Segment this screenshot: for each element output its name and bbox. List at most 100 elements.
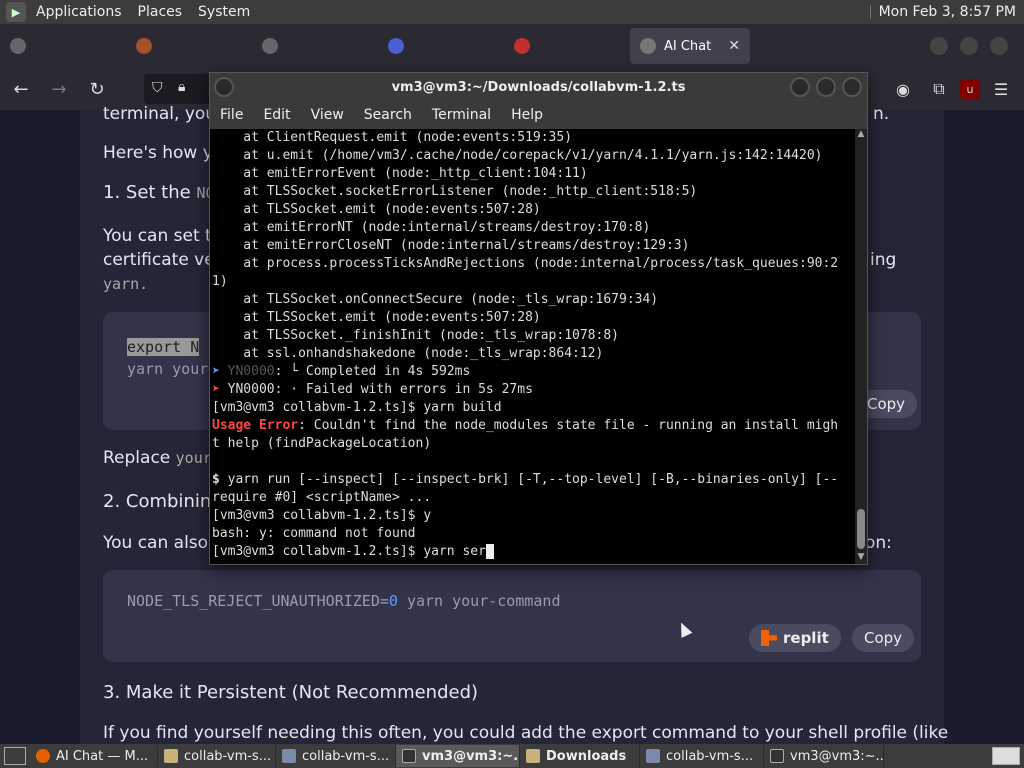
maximize-button[interactable] bbox=[816, 77, 836, 97]
terminal-line: at emitErrorCloseNT (node:internal/strea… bbox=[212, 238, 690, 253]
bottom-taskbar: AI Chat — M... collab-vm-s... collab-vm-… bbox=[0, 744, 1024, 768]
page-text-fragment: terminal, you bbox=[103, 104, 217, 124]
task-downloads[interactable]: Downloads bbox=[520, 745, 640, 767]
terminal-line: at emitErrorEvent (node:_http_client:104… bbox=[212, 166, 588, 181]
page-text-fragment: ing bbox=[870, 250, 897, 270]
code-block-2: NODE_TLS_REJECT_UNAUTHORIZED=0 yarn your… bbox=[103, 570, 921, 662]
places-menu[interactable]: Places bbox=[130, 0, 191, 24]
close-window-button[interactable] bbox=[990, 37, 1008, 55]
menu-help[interactable]: Help bbox=[501, 107, 553, 123]
copy-button-2[interactable]: Copy bbox=[852, 624, 915, 652]
maximize-window-button[interactable] bbox=[960, 37, 978, 55]
section-heading-3: 3. Make it Persistent (Not Recommended) bbox=[103, 682, 479, 703]
code-line: NODE_TLS_REJECT_UNAUTHORIZED=0 yarn your… bbox=[127, 592, 561, 610]
page-text-fragment: certificate ver bbox=[103, 250, 222, 270]
back-button[interactable]: ← bbox=[4, 72, 38, 106]
firefox-icon bbox=[36, 749, 50, 763]
applications-menu[interactable]: Applications bbox=[28, 0, 130, 24]
ai-chat-icon bbox=[640, 38, 656, 54]
terminal-output[interactable]: at ClientRequest.emit (node:events:519:3… bbox=[210, 129, 855, 564]
terminal-line: at ssl.onhandshakedone (node:_tls_wrap:8… bbox=[212, 346, 604, 361]
terminal-line: at process.processTicksAndRejections (no… bbox=[212, 256, 839, 271]
terminal-line: require #0] <scriptName> ... bbox=[212, 490, 432, 505]
task-firefox[interactable]: AI Chat — M... bbox=[30, 745, 158, 767]
lock-icon[interactable]: 🔒︎ bbox=[178, 79, 185, 95]
tab-2[interactable] bbox=[126, 28, 252, 64]
tab-ai-chat[interactable]: AI Chat ✕ bbox=[630, 28, 750, 64]
minimize-button[interactable] bbox=[790, 77, 810, 97]
terminal-line: t help (findPackageLocation) bbox=[212, 436, 432, 451]
tab-4[interactable] bbox=[378, 28, 504, 64]
replace-text: Replace your bbox=[103, 448, 212, 468]
top-panel: ▶ Applications Places System Mon Feb 3, … bbox=[0, 0, 1024, 24]
tab-github-2[interactable] bbox=[252, 28, 378, 64]
distro-logo-icon[interactable]: ▶ bbox=[6, 2, 26, 22]
folder-icon bbox=[164, 749, 178, 763]
terminal-menubar: File Edit View Search Terminal Help bbox=[210, 101, 867, 129]
task-terminal-2[interactable]: vm3@vm3:~... bbox=[764, 745, 884, 767]
system-menu[interactable]: System bbox=[190, 0, 258, 24]
task-folder-1[interactable]: collab-vm-s... bbox=[158, 745, 276, 767]
account-icon[interactable]: ◉ bbox=[888, 72, 918, 106]
replit-icon bbox=[761, 630, 777, 646]
terminal-line: [vm3@vm3 collabvm-1.2.ts]$ yarn ser bbox=[212, 543, 855, 561]
page-text-fragment: You can set th bbox=[103, 226, 223, 246]
page-text-fragment: You can also bbox=[103, 533, 209, 553]
task-terminal-1[interactable]: vm3@vm3:~... bbox=[396, 745, 520, 767]
terminal-cursor bbox=[485, 544, 494, 559]
github-icon bbox=[262, 38, 278, 54]
menu-icon[interactable]: ☰ bbox=[986, 72, 1016, 106]
terminal-titlebar[interactable]: vm3@vm3:~/Downloads/collabvm-1.2.ts bbox=[210, 73, 867, 101]
close-button[interactable] bbox=[842, 77, 862, 97]
panel-clock[interactable]: Mon Feb 3, 8:57 PM bbox=[879, 0, 1016, 24]
task-editor-1[interactable]: collab-vm-s... bbox=[276, 745, 396, 767]
editor-icon bbox=[646, 749, 660, 763]
menu-search[interactable]: Search bbox=[354, 107, 422, 123]
terminal-line: ➤ YN0000: · Failed with errors in 5s 27m… bbox=[212, 382, 533, 397]
menu-file[interactable]: File bbox=[210, 107, 253, 123]
replit-button[interactable]: replit bbox=[749, 624, 841, 652]
minimize-window-button[interactable] bbox=[930, 37, 948, 55]
terminal-scrollbar[interactable]: ▲ ▼ bbox=[855, 129, 867, 564]
close-tab-icon[interactable]: ✕ bbox=[728, 38, 740, 54]
tab-favicon-icon bbox=[388, 38, 404, 54]
folder-icon bbox=[526, 749, 540, 763]
terminal-line: ➤ YN0000: └ Completed in 4s 592ms bbox=[212, 364, 471, 379]
forward-button[interactable]: → bbox=[42, 72, 76, 106]
tab-ai-chat-label: AI Chat bbox=[664, 38, 712, 54]
show-desktop-icon[interactable] bbox=[4, 747, 26, 765]
shield-icon[interactable]: ⛉ bbox=[152, 80, 163, 96]
terminal-window[interactable]: vm3@vm3:~/Downloads/collabvm-1.2.ts File… bbox=[209, 72, 868, 565]
section-heading-1: 1. Set the NO bbox=[103, 182, 215, 203]
menu-terminal[interactable]: Terminal bbox=[422, 107, 501, 123]
extensions-icon[interactable]: ⧉ bbox=[924, 72, 954, 106]
window-menu-button[interactable] bbox=[214, 77, 234, 97]
section-heading-2: 2. Combinin bbox=[103, 491, 212, 512]
menu-view[interactable]: View bbox=[301, 107, 354, 123]
error-arrow-icon: ➤ bbox=[212, 382, 220, 397]
task-editor-2[interactable]: collab-vm-s... bbox=[640, 745, 764, 767]
menu-edit[interactable]: Edit bbox=[253, 107, 300, 123]
terminal-line: [vm3@vm3 collabvm-1.2.ts]$ y bbox=[212, 508, 432, 523]
code-line-2: yarn your bbox=[127, 360, 209, 378]
terminal-line: [vm3@vm3 collabvm-1.2.ts]$ yarn build bbox=[212, 400, 502, 415]
terminal-icon bbox=[402, 749, 416, 763]
code-line-1: export N bbox=[127, 338, 200, 356]
reload-button[interactable]: ↻ bbox=[80, 72, 114, 106]
tab-5[interactable] bbox=[504, 28, 630, 64]
terminal-line: at TLSSocket.onConnectSecure (node:_tls_… bbox=[212, 292, 659, 307]
page-text-fragment: on: bbox=[865, 533, 892, 553]
scroll-thumb[interactable] bbox=[857, 509, 865, 549]
scroll-down-icon[interactable]: ▼ bbox=[855, 552, 867, 564]
workspace-switcher[interactable] bbox=[992, 747, 1020, 765]
tab-favicon-icon bbox=[514, 38, 530, 54]
tab-github-1[interactable] bbox=[0, 28, 126, 64]
terminal-line: bash: y: command not found bbox=[212, 526, 416, 541]
terminal-icon bbox=[770, 749, 784, 763]
terminal-line: at u.emit (/home/vm3/.cache/node/corepac… bbox=[212, 148, 823, 163]
editor-icon bbox=[282, 749, 296, 763]
ublock-icon[interactable]: u bbox=[960, 79, 980, 99]
scroll-up-icon[interactable]: ▲ bbox=[855, 129, 867, 141]
page-text-fragment: Here's how yo bbox=[103, 143, 224, 163]
